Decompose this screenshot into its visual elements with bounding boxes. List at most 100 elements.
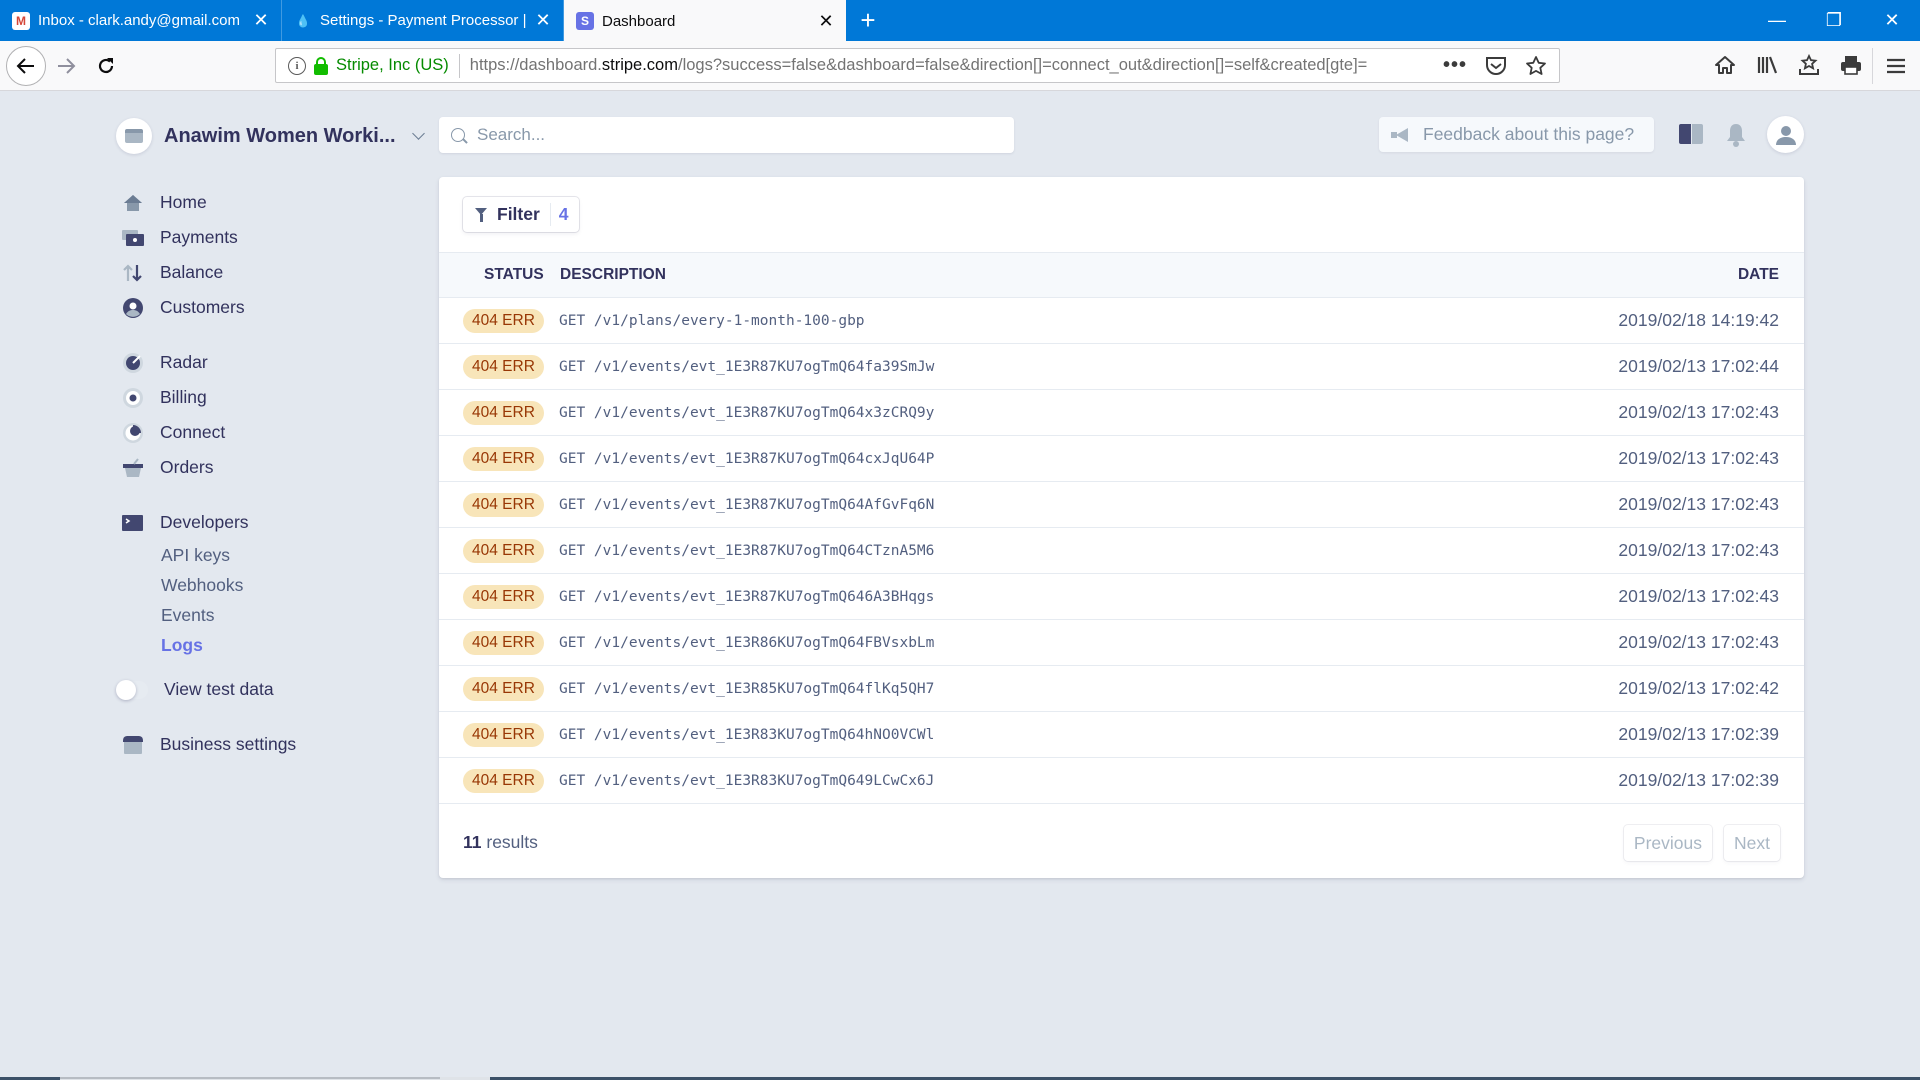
drupal-icon: 💧 xyxy=(295,13,311,28)
column-header-status[interactable]: STATUS xyxy=(484,266,544,284)
table-row[interactable]: 404 ERR GET /v1/events/evt_1E3R87KU7ogTmQ… xyxy=(439,482,1804,528)
sidebar-item-balance[interactable]: Balance xyxy=(122,255,422,290)
filter-count: 4 xyxy=(558,204,569,224)
minimize-button[interactable]: — xyxy=(1749,0,1805,41)
address-bar[interactable]: i Stripe, Inc (US) https://dashboard.str… xyxy=(275,48,1560,83)
library-icon[interactable] xyxy=(1750,48,1784,82)
next-page-button[interactable]: Next xyxy=(1724,825,1780,861)
status-badge: 404 ERR xyxy=(463,308,544,333)
logs-card: Filter 4 STATUS DESCRIPTION DATE 404 ERR… xyxy=(439,177,1804,878)
menu-icon[interactable] xyxy=(1878,48,1914,84)
table-row[interactable]: 404 ERR GET /v1/events/evt_1E3R87KU7ogTmQ… xyxy=(439,344,1804,390)
table-row[interactable]: 404 ERR GET /v1/events/evt_1E3R85KU7ogTmQ… xyxy=(439,666,1804,712)
request-description: GET /v1/events/evt_1E3R87KU7ogTmQ646A3BH… xyxy=(559,588,935,605)
browser-navigation-bar: i Stripe, Inc (US) https://dashboard.str… xyxy=(0,41,1920,91)
column-header-description[interactable]: DESCRIPTION xyxy=(560,266,666,284)
tab-inbox[interactable]: M Inbox - clark.andy@gmail.com ✕ xyxy=(0,0,282,41)
back-button[interactable] xyxy=(6,46,46,86)
sidebar-item-radar[interactable]: Radar xyxy=(122,345,422,380)
sidebar-item-home[interactable]: Home xyxy=(122,185,422,220)
sidebar-item-payments[interactable]: Payments xyxy=(122,220,422,255)
sidebar-item-webhooks[interactable]: Webhooks xyxy=(122,570,422,600)
site-info-icon[interactable]: i xyxy=(288,56,306,75)
reload-button[interactable] xyxy=(88,48,124,84)
sidebar-item-connect[interactable]: Connect xyxy=(122,415,422,450)
table-row[interactable]: 404 ERR GET /v1/events/evt_1E3R86KU7ogTmQ… xyxy=(439,620,1804,666)
previous-page-button[interactable]: Previous xyxy=(1623,825,1712,861)
request-date: 2019/02/13 17:02:43 xyxy=(1618,586,1779,606)
table-row[interactable]: 404 ERR GET /v1/events/evt_1E3R83KU7ogTmQ… xyxy=(439,758,1804,804)
close-tab-icon[interactable]: ✕ xyxy=(535,10,551,31)
status-badge: 404 ERR xyxy=(463,492,544,517)
status-badge: 404 ERR xyxy=(463,354,544,379)
sidebar-item-orders[interactable]: Orders xyxy=(122,450,422,485)
request-date: 2019/02/13 17:02:42 xyxy=(1618,678,1779,698)
tab-dashboard[interactable]: S Dashboard ✕ xyxy=(564,0,846,42)
close-window-button[interactable]: ✕ xyxy=(1864,0,1920,41)
request-description: GET /v1/plans/every-1-month-100-gbp xyxy=(559,312,865,329)
home-icon[interactable] xyxy=(1708,48,1742,82)
filter-label: Filter xyxy=(497,204,540,224)
reload-icon xyxy=(98,58,114,74)
sidebar-item-api-keys[interactable]: API keys xyxy=(122,540,422,570)
connect-icon xyxy=(122,422,144,444)
request-description: GET /v1/events/evt_1E3R86KU7ogTmQ64FBVsx… xyxy=(559,634,935,651)
search-input[interactable] xyxy=(477,125,997,145)
sidebar-item-billing[interactable]: Billing xyxy=(122,380,422,415)
megaphone-icon xyxy=(1391,127,1411,142)
toggle-switch[interactable] xyxy=(116,679,148,700)
search-icon xyxy=(451,128,465,142)
request-description: GET /v1/events/evt_1E3R87KU7ogTmQ64AfGvF… xyxy=(559,496,935,513)
request-description: GET /v1/events/evt_1E3R87KU7ogTmQ64fa39S… xyxy=(559,358,935,375)
pocket-icon[interactable] xyxy=(1485,56,1507,76)
forward-button[interactable] xyxy=(48,48,84,84)
feedback-button[interactable]: Feedback about this page? xyxy=(1379,117,1654,152)
column-header-date[interactable]: DATE xyxy=(1738,266,1779,284)
account-switcher[interactable]: Anawim Women Worki... xyxy=(116,118,425,154)
sidebar-item-business-settings[interactable]: Business settings xyxy=(122,727,422,762)
search-box[interactable] xyxy=(439,117,1014,153)
filter-button[interactable]: Filter 4 xyxy=(463,197,579,232)
url-text[interactable]: https://dashboard.stripe.com/logs?succes… xyxy=(470,56,1430,75)
table-row[interactable]: 404 ERR GET /v1/events/evt_1E3R87KU7ogTmQ… xyxy=(439,436,1804,482)
request-date: 2019/02/13 17:02:43 xyxy=(1618,540,1779,560)
table-row[interactable]: 404 ERR GET /v1/events/evt_1E3R87KU7ogTmQ… xyxy=(439,528,1804,574)
sidebar-item-logs[interactable]: Logs xyxy=(122,630,422,660)
back-arrow-icon xyxy=(16,58,34,74)
terminal-icon xyxy=(122,512,144,534)
sidebar-item-events[interactable]: Events xyxy=(122,600,422,630)
request-description: GET /v1/events/evt_1E3R83KU7ogTmQ649LCwC… xyxy=(559,772,935,789)
close-tab-icon[interactable]: ✕ xyxy=(818,11,834,32)
status-badge: 404 ERR xyxy=(463,400,544,425)
table-row[interactable]: 404 ERR GET /v1/events/evt_1E3R87KU7ogTmQ… xyxy=(439,574,1804,620)
browser-tab-bar: M Inbox - clark.andy@gmail.com ✕ 💧 Setti… xyxy=(0,0,1920,42)
table-row[interactable]: 404 ERR GET /v1/plans/every-1-month-100-g… xyxy=(439,298,1804,344)
bookmarks-menu-icon[interactable] xyxy=(1792,48,1826,82)
bell-icon[interactable] xyxy=(1725,122,1747,148)
tab-settings-payment-processor[interactable]: 💧 Settings - Payment Processor | C ✕ xyxy=(282,0,564,41)
orders-icon xyxy=(122,457,144,479)
sidebar-item-developers[interactable]: Developers xyxy=(122,505,422,540)
table-row[interactable]: 404 ERR GET /v1/events/evt_1E3R87KU7ogTmQ… xyxy=(439,390,1804,436)
sidebar-item-customers[interactable]: Customers xyxy=(122,290,422,325)
print-icon[interactable] xyxy=(1834,48,1868,82)
bookmark-star-icon[interactable] xyxy=(1525,55,1547,77)
lock-icon xyxy=(314,56,328,75)
status-badge: 404 ERR xyxy=(463,446,544,471)
site-identity[interactable]: Stripe, Inc (US) xyxy=(336,56,449,75)
gmail-icon: M xyxy=(12,11,30,30)
avatar[interactable] xyxy=(1767,116,1804,153)
status-badge: 404 ERR xyxy=(463,584,544,609)
docs-icon[interactable] xyxy=(1679,124,1703,144)
restore-button[interactable]: ❐ xyxy=(1806,0,1862,41)
close-tab-icon[interactable]: ✕ xyxy=(253,10,269,31)
more-icon[interactable]: ••• xyxy=(1443,54,1467,77)
sidebar-nav: Home Payments Balance Customers Radar Bi… xyxy=(116,185,422,762)
table-row[interactable]: 404 ERR GET /v1/events/evt_1E3R83KU7ogTmQ… xyxy=(439,712,1804,758)
view-test-data-toggle[interactable]: View test data xyxy=(116,672,422,707)
request-description: GET /v1/events/evt_1E3R87KU7ogTmQ64x3zCR… xyxy=(559,404,935,421)
new-tab-button[interactable]: + xyxy=(852,4,884,36)
payments-icon xyxy=(122,227,144,249)
table-header: STATUS DESCRIPTION DATE xyxy=(439,252,1804,298)
log-table-body: 404 ERR GET /v1/plans/every-1-month-100-g… xyxy=(439,298,1804,804)
